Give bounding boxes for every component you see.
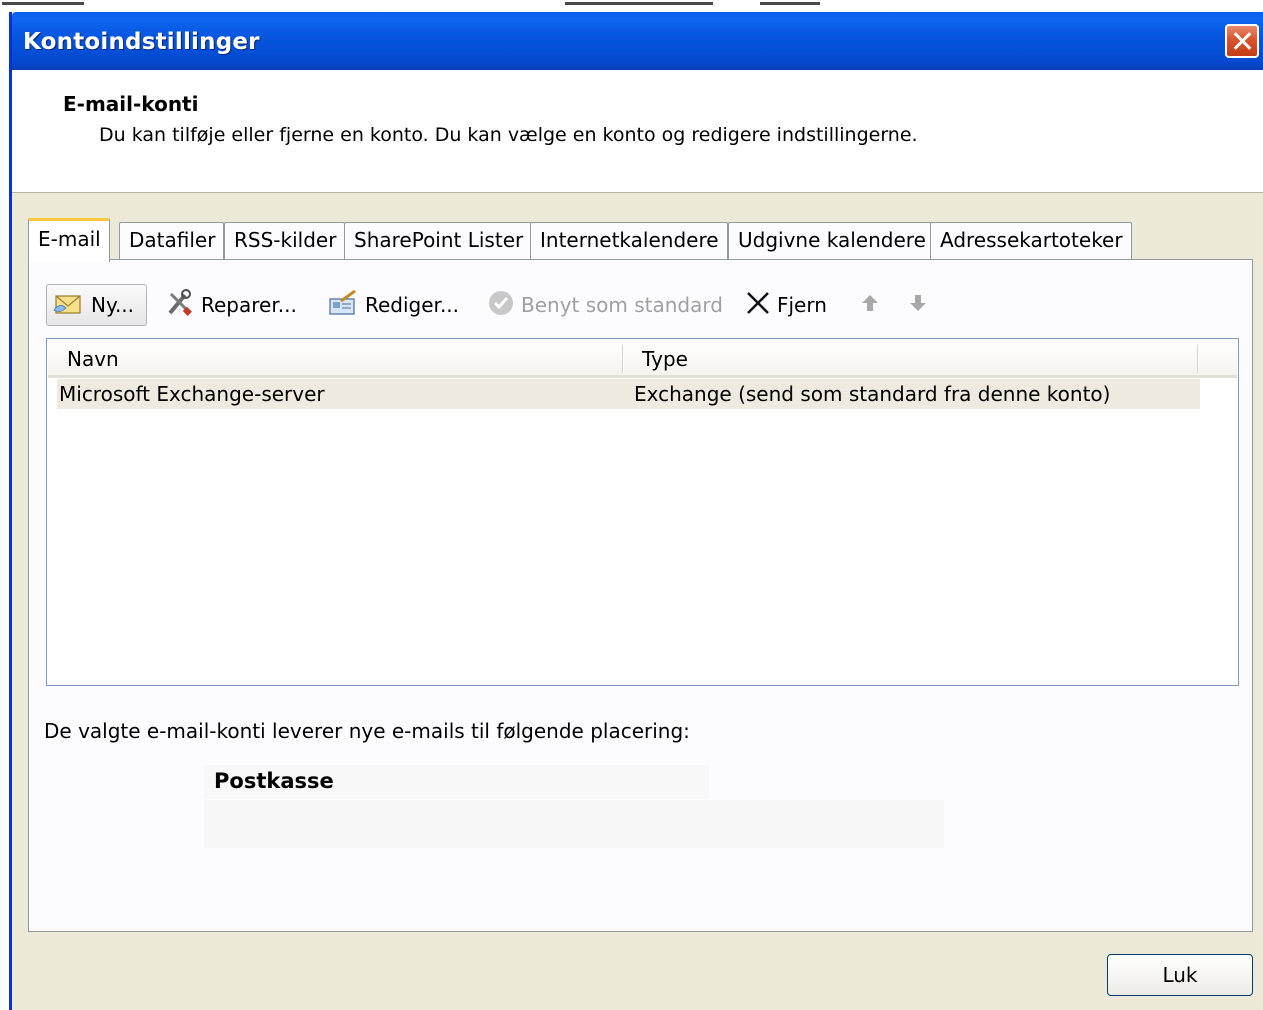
background-fragment xyxy=(760,2,820,5)
tab-adressekartoteker[interactable]: Adressekartoteker xyxy=(930,222,1132,260)
set-default-label: Benyt som standard xyxy=(521,293,723,317)
tab-datafiler[interactable]: Datafiler xyxy=(119,222,225,260)
new-account-button[interactable]: Ny... xyxy=(46,284,148,326)
section-description: Du kan tilføje eller fjerne en konto. Du… xyxy=(99,124,918,146)
table-row[interactable]: Microsoft Exchange-server Exchange (send… xyxy=(57,379,1200,409)
account-toolbar: Ny... Reparer... Rediger... Benyt som st… xyxy=(29,260,1252,340)
tab-rss-kilder[interactable]: RSS-kilder xyxy=(224,222,346,260)
email-tab-panel: Ny... Reparer... Rediger... Benyt som st… xyxy=(28,259,1253,932)
tab-e-mail[interactable]: E-mail xyxy=(28,218,110,262)
tab-sharepoint-lister[interactable]: SharePoint Lister xyxy=(344,222,533,260)
title-bar[interactable]: Kontoindstillinger xyxy=(12,12,1263,70)
remove-x-icon xyxy=(745,290,771,321)
account-settings-dialog: Kontoindstillinger E-mail-konti Du kan t… xyxy=(9,12,1263,1010)
background-strip xyxy=(0,0,1263,12)
column-divider[interactable] xyxy=(622,345,624,373)
account-name-cell: Microsoft Exchange-server xyxy=(59,382,325,406)
tab-internetkalendere[interactable]: Internetkalendere xyxy=(530,222,728,260)
close-window-button[interactable] xyxy=(1225,24,1259,58)
background-fragment xyxy=(2,2,84,5)
repair-label: Reparer... xyxy=(201,293,297,317)
mailbox-label: Postkasse xyxy=(214,769,334,793)
section-title: E-mail-konti xyxy=(63,92,199,116)
checkmark-icon xyxy=(487,289,515,322)
arrow-up-icon xyxy=(859,292,881,319)
move-up-button[interactable] xyxy=(859,284,881,326)
repair-button[interactable]: Reparer... xyxy=(165,284,297,326)
set-default-button[interactable]: Benyt som standard xyxy=(487,284,723,326)
edit-account-icon xyxy=(327,289,359,322)
edit-label: Rediger... xyxy=(365,293,460,317)
tab-udgivne-kalendere[interactable]: Udgivne kalendere xyxy=(728,222,935,260)
dialog-header: E-mail-konti Du kan tilføje eller fjerne… xyxy=(12,70,1263,193)
column-header-navn[interactable]: Navn xyxy=(67,347,119,371)
repair-tools-icon xyxy=(165,288,195,322)
list-header: Navn Type xyxy=(48,340,1237,378)
move-down-button[interactable] xyxy=(907,284,929,326)
background-fragment xyxy=(565,2,713,5)
remove-label: Fjern xyxy=(777,293,827,317)
accounts-list[interactable]: Navn Type Microsoft Exchange-server Exch… xyxy=(46,338,1239,686)
new-account-label: Ny... xyxy=(91,293,135,317)
account-type-cell: Exchange (send som standard fra denne ko… xyxy=(634,382,1111,406)
mailbox-path-area xyxy=(204,800,944,848)
new-mail-icon xyxy=(53,288,85,323)
delivery-location-text: De valgte e-mail-konti leverer nye e-mai… xyxy=(44,719,690,743)
remove-button[interactable]: Fjern xyxy=(745,284,827,326)
column-divider[interactable] xyxy=(1197,345,1199,373)
column-header-type[interactable]: Type xyxy=(642,347,688,371)
close-button[interactable]: Luk xyxy=(1107,954,1253,996)
window-title: Kontoindstillinger xyxy=(23,29,260,55)
edit-button[interactable]: Rediger... xyxy=(327,284,459,326)
arrow-down-icon xyxy=(907,292,929,319)
